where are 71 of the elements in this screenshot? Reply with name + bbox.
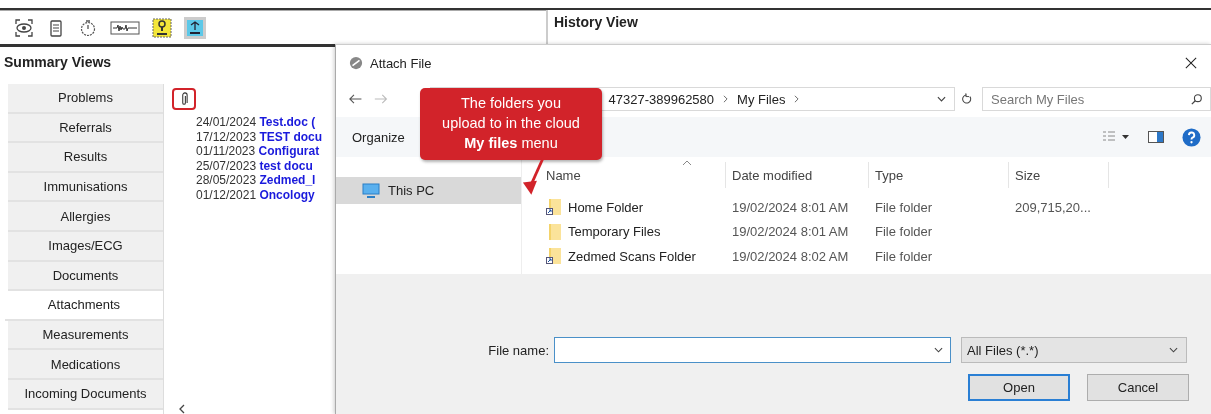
file-name[interactable]: Home Folder [568, 199, 644, 215]
nav-item[interactable]: This PC [336, 177, 521, 204]
app-logo-icon [349, 56, 363, 70]
sidebar-item[interactable]: Allergies [8, 202, 163, 232]
dropdown-icon[interactable] [1169, 347, 1178, 353]
panel-title: History View [554, 14, 638, 30]
search-field[interactable]: Search My Files [982, 87, 1211, 111]
chevron-right-icon [794, 95, 800, 103]
breadcrumb[interactable]: 47327-389962580 [608, 91, 715, 107]
sidebar-item[interactable]: Immunisations [8, 172, 163, 203]
cancel-button[interactable]: Cancel [1087, 374, 1189, 401]
sidebar-item[interactable]: Images/ECG [8, 231, 163, 262]
sidebar-item[interactable]: Problems [8, 84, 163, 114]
back-arrow-icon[interactable] [349, 93, 363, 105]
preview-pane-icon[interactable] [1148, 131, 1164, 143]
date-cell-text: 19/02/2024 8:01 AM [731, 224, 850, 240]
dialog-title: Attach File [370, 55, 432, 71]
attachment-link[interactable]: Test.doc ( [259, 115, 316, 129]
sidebar-item[interactable]: Medications [8, 350, 163, 380]
file-type-dropdown[interactable]: All Files (*.*) [961, 337, 1187, 363]
attachment-link[interactable]: TEST docu [259, 129, 323, 144]
scroll-left-icon[interactable] [178, 404, 186, 414]
dropdown-icon[interactable] [934, 347, 943, 353]
callout: The folders you upload to in the cloud My files menu [420, 88, 602, 160]
attachment-link[interactable]: test docu [259, 158, 313, 173]
upload-tile-icon[interactable] [184, 16, 206, 39]
help-icon[interactable] [1182, 127, 1201, 147]
figure-tile-icon[interactable] [152, 17, 172, 38]
attachment-link[interactable]: Oncology [259, 187, 315, 202]
attachment-date: 25/07/2023 [196, 158, 257, 173]
scan-eye-icon[interactable] [14, 17, 34, 38]
file-name[interactable]: Zedmed Scans Folder [568, 248, 696, 264]
breadcrumb[interactable]: My Files [737, 91, 786, 107]
paperclip-icon[interactable] [180, 92, 188, 106]
organize-button[interactable]: Organize [348, 127, 409, 147]
file-name-field[interactable] [554, 337, 951, 363]
attachment-link[interactable]: Zedmed_l [259, 173, 316, 187]
type-cell-text: File folder [874, 199, 934, 215]
attachment-date: 01/11/2023 [196, 144, 256, 158]
file-name[interactable]: Temporary Files [568, 224, 661, 240]
sort-up-icon [682, 160, 692, 166]
sidebar-item[interactable]: Documents [8, 261, 163, 292]
sidebar-item[interactable]: Results [8, 143, 163, 173]
sidebar-item[interactable]: Measurements [8, 320, 163, 351]
open-button[interactable]: Open [968, 374, 1070, 401]
attachment-date: 01/12/2021 [196, 187, 257, 202]
monitor-icon [362, 182, 380, 199]
chevron-right-icon [723, 95, 729, 103]
column-header[interactable]: Type [869, 162, 1009, 188]
attachment-date: 24/01/2024 [196, 115, 257, 129]
attachment-link[interactable]: Configurat [258, 144, 320, 158]
attachment-date: 28/05/2023 [196, 173, 257, 187]
file-name-label: File name: [487, 342, 550, 358]
stopwatch-icon[interactable] [78, 17, 98, 38]
sidebar-item[interactable]: Incoming Documents [8, 379, 163, 410]
column-header[interactable]: Size [1009, 162, 1109, 188]
column-header[interactable]: Name [546, 162, 726, 188]
view-options-icon[interactable] [1102, 130, 1130, 144]
date-cell-text: 19/02/2024 8:02 AM [731, 248, 850, 264]
date-cell-text: 19/02/2024 8:01 AM [731, 199, 850, 215]
sidebar-item[interactable]: Referrals [8, 113, 163, 144]
type-cell-text: File folder [874, 224, 934, 240]
type-cell-text: File folder [874, 248, 934, 264]
dropdown-icon[interactable] [936, 96, 946, 102]
attachment-date: 17/12/2023 [196, 129, 257, 144]
search-icon[interactable] [1191, 93, 1203, 105]
refresh-icon[interactable] [960, 93, 973, 105]
column-header[interactable]: Date modified [726, 162, 869, 188]
panel-title: Summary Views [4, 54, 112, 70]
close-icon[interactable] [1185, 57, 1197, 69]
size-cell-text: 209,715,20... [1014, 199, 1092, 215]
